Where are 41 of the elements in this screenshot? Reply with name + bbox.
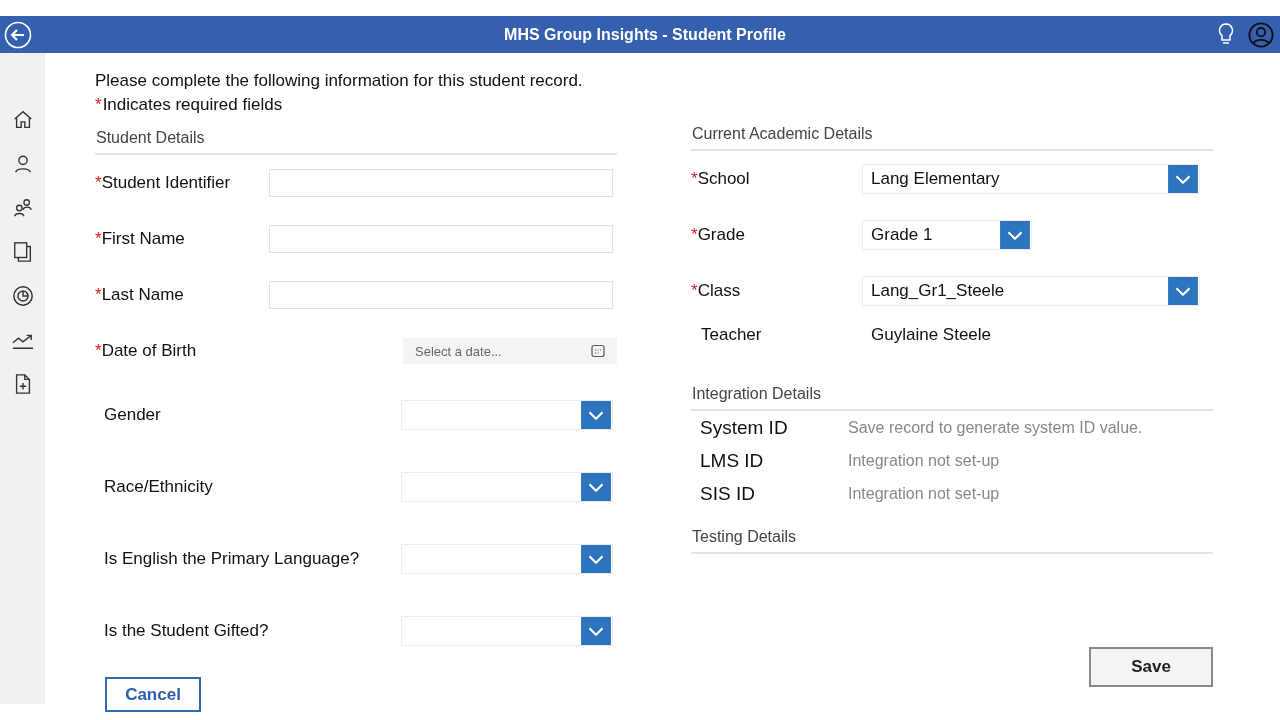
field-label: Race/Ethnicity: [103, 477, 213, 497]
section-heading: Current Academic Details: [691, 125, 1213, 151]
field-label: Date of Birth: [101, 341, 197, 361]
window-title: MHS Group Insights - Student Profile: [503, 25, 787, 44]
required-mark: *: [95, 173, 102, 193]
section-heading: Integration Details: [691, 373, 1213, 411]
field-label: Last Name: [101, 285, 184, 305]
intro-text: Please complete the following information for this student record.: [95, 70, 584, 92]
required-mark: *: [95, 229, 102, 249]
field-label: Is English the Primary Language?: [103, 549, 360, 569]
required-mark: *: [691, 281, 698, 301]
dropdown[interactable]: Lang_Gr1_Steele: [862, 276, 1200, 306]
field-label: Class: [697, 281, 741, 301]
field-value: Save record to generate system ID value.: [848, 418, 1143, 437]
section-heading: Testing Details: [691, 516, 1213, 554]
required-mark: *: [95, 94, 102, 116]
required-mark: *: [691, 225, 698, 245]
required-note: Indicates required fields: [102, 94, 283, 116]
date-placeholder: Select a date...: [415, 343, 502, 359]
field-label: System ID: [700, 416, 789, 439]
section-heading: Student Details: [95, 117, 617, 155]
field-label: Is the Student Gifted?: [103, 621, 269, 641]
required-mark: *: [95, 285, 102, 305]
save-button[interactable]: Save: [1089, 647, 1213, 687]
field-label: School: [697, 169, 750, 189]
dropdown[interactable]: Lang Elementary: [862, 164, 1200, 194]
field-value: Integration not set-up: [848, 484, 1000, 503]
cancel-button[interactable]: Cancel: [105, 677, 201, 712]
field-value: Integration not set-up: [848, 451, 1000, 470]
date-picker[interactable]: Select a date...: [403, 338, 617, 364]
field-label: Grade: [697, 225, 745, 245]
field-label: Student Identifier: [101, 173, 231, 193]
dropdown[interactable]: Grade 1: [862, 220, 1032, 250]
field-label: Gender: [103, 405, 161, 425]
required-mark: *: [95, 341, 102, 361]
required-mark: *: [691, 169, 698, 189]
field-label: LMS ID: [700, 449, 765, 472]
field-label: Teacher: [700, 325, 762, 345]
field-value: Guylaine Steele: [870, 325, 993, 345]
field-label: SIS ID: [700, 482, 756, 505]
field-label: First Name: [101, 229, 185, 249]
